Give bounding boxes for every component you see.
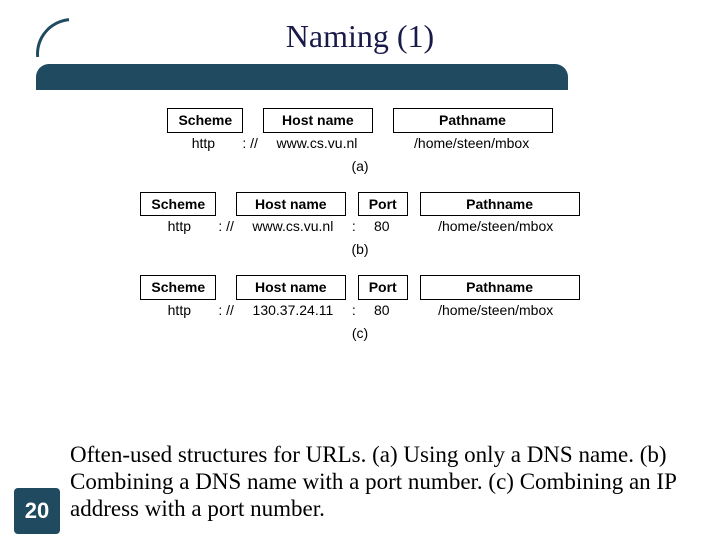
sep-host-port: : — [348, 302, 360, 319]
gap — [404, 302, 416, 319]
table-a: Scheme Host name Pathname http : // www.… — [120, 108, 600, 154]
table-a-values: http : // www.cs.vu.nl /home/steen/mbox — [120, 133, 600, 154]
sep-scheme-host: : // — [214, 302, 238, 319]
figure: Scheme Host name Pathname http : // www.… — [120, 108, 600, 341]
val-host: www.cs.vu.nl — [238, 216, 348, 237]
page-number-badge: 20 — [14, 488, 60, 534]
val-path: /home/steen/mbox — [392, 133, 552, 154]
sep-scheme-host: : // — [238, 135, 262, 152]
sep-host-port: : — [348, 218, 360, 235]
val-path: /home/steen/mbox — [416, 216, 576, 237]
title-area: Naming (1) — [0, 0, 720, 100]
gap — [372, 135, 392, 152]
gap — [216, 279, 236, 296]
decor-bar — [36, 64, 568, 90]
col-scheme: Scheme — [140, 275, 216, 300]
sep-scheme-host: : // — [214, 218, 238, 235]
gap — [346, 279, 358, 296]
val-scheme: http — [144, 216, 214, 237]
gap — [243, 112, 263, 129]
slide-title: Naming (1) — [0, 0, 720, 55]
table-b: Scheme Host name Port Pathname http : //… — [120, 192, 600, 238]
val-scheme: http — [144, 300, 214, 321]
label-b: (b) — [120, 241, 600, 257]
col-path: Pathname — [420, 192, 580, 217]
gap — [404, 218, 416, 235]
gap — [346, 196, 358, 213]
table-c: Scheme Host name Port Pathname http : //… — [120, 275, 600, 321]
caption-text: Often-used structures for URLs. (a) Usin… — [70, 441, 690, 522]
table-c-header: Scheme Host name Port Pathname — [120, 275, 600, 300]
val-path: /home/steen/mbox — [416, 300, 576, 321]
col-host: Host name — [236, 192, 346, 217]
col-path: Pathname — [420, 275, 580, 300]
val-host: www.cs.vu.nl — [262, 133, 372, 154]
val-port: 80 — [360, 300, 404, 321]
table-b-values: http : // www.cs.vu.nl : 80 /home/steen/… — [120, 216, 600, 237]
gap — [373, 112, 393, 129]
val-port: 80 — [360, 216, 404, 237]
table-c-values: http : // 130.37.24.11 : 80 /home/steen/… — [120, 300, 600, 321]
gap — [408, 196, 420, 213]
col-host: Host name — [236, 275, 346, 300]
col-path: Pathname — [393, 108, 553, 133]
col-scheme: Scheme — [140, 192, 216, 217]
gap — [216, 196, 236, 213]
table-a-header: Scheme Host name Pathname — [120, 108, 600, 133]
val-scheme: http — [168, 133, 238, 154]
col-port: Port — [358, 192, 408, 217]
val-host: 130.37.24.11 — [238, 300, 348, 321]
gap — [408, 279, 420, 296]
caption-area: Often-used structures for URLs. (a) Usin… — [70, 441, 690, 522]
col-host: Host name — [263, 108, 373, 133]
label-a: (a) — [120, 158, 600, 174]
label-c: (c) — [120, 325, 600, 341]
table-b-header: Scheme Host name Port Pathname — [120, 192, 600, 217]
col-scheme: Scheme — [167, 108, 243, 133]
col-port: Port — [358, 275, 408, 300]
